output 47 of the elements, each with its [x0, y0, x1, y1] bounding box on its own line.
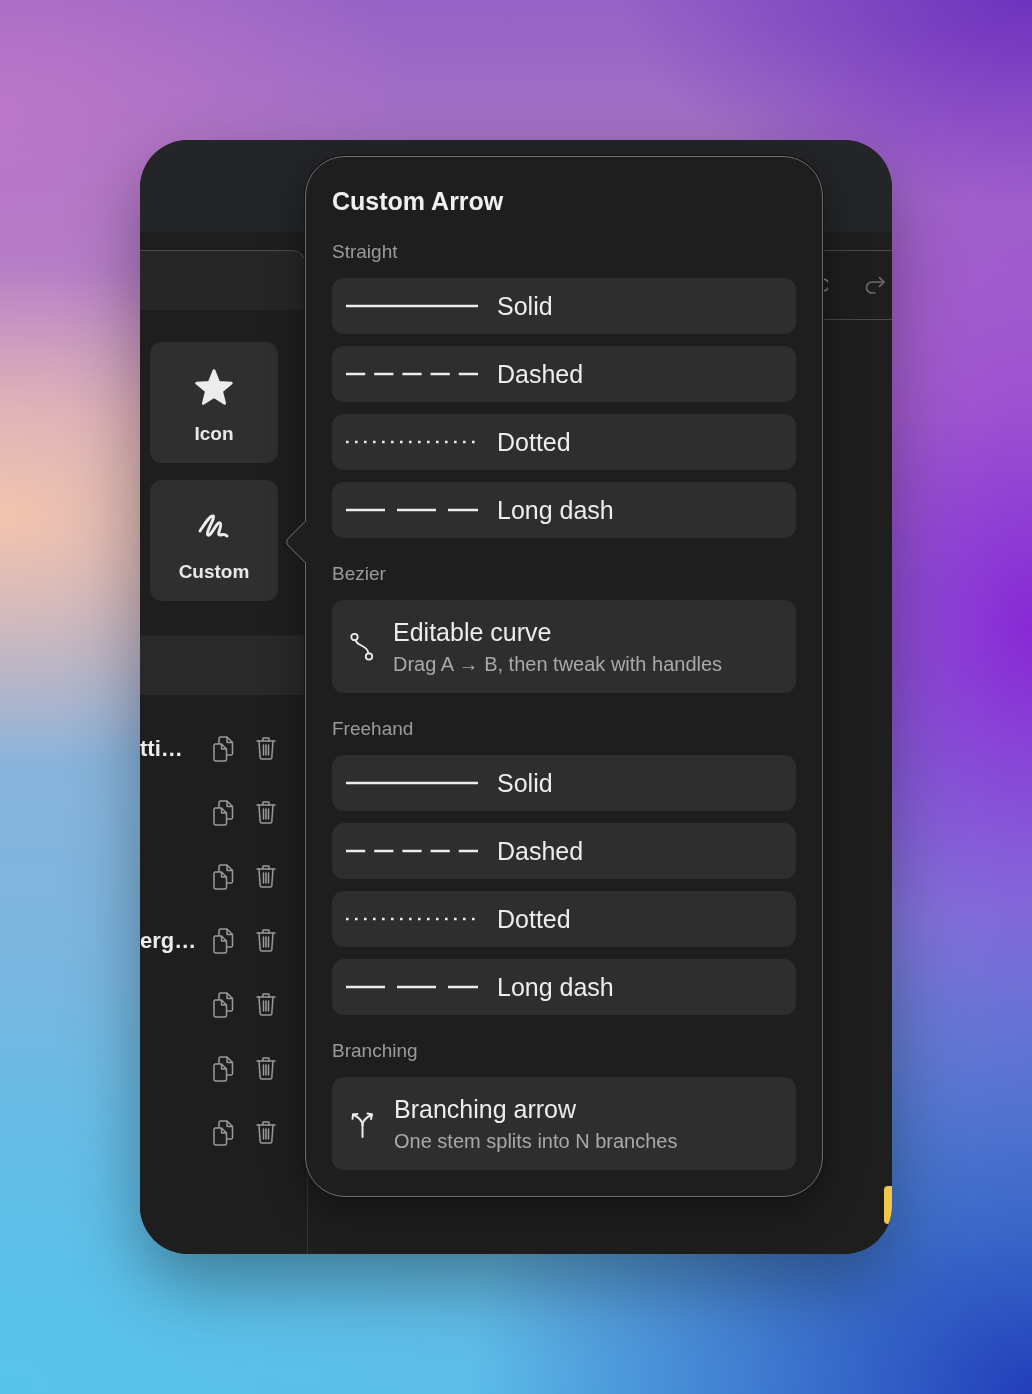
arrow-style-option[interactable]: Long dash [332, 482, 796, 538]
mode-button[interactable]: Icon [150, 342, 278, 463]
copy-icon[interactable] [212, 926, 235, 954]
trash-icon[interactable] [255, 991, 277, 1017]
trash-icon[interactable] [255, 799, 277, 825]
copy-icon[interactable] [212, 798, 235, 826]
section-label: Branching [332, 1039, 419, 1063]
arc-icon[interactable] [822, 278, 828, 292]
trash-icon[interactable] [255, 863, 277, 889]
arrow-style-option[interactable]: Editable curve Drag A → B, then tweak with handles [332, 600, 796, 693]
trash-icon[interactable] [255, 1055, 277, 1081]
arrow-style-option[interactable]: Solid [332, 755, 796, 811]
bezier-curve-icon [350, 631, 374, 662]
trash-icon[interactable] [255, 927, 277, 953]
section-label: Straight [332, 240, 399, 264]
solid-line-icon [346, 780, 478, 786]
long-dashed-line-icon [346, 507, 478, 513]
section-label: Freehand [332, 717, 415, 741]
long-dashed-line-icon [346, 984, 478, 990]
copy-icon[interactable] [212, 1118, 235, 1146]
copy-icon[interactable] [212, 1054, 235, 1082]
arrow-style-option[interactable]: Dashed [332, 823, 796, 879]
copy-icon[interactable] [212, 862, 235, 890]
copy-icon[interactable] [212, 990, 235, 1018]
item-name: erg… [140, 926, 197, 955]
solid-line-icon [346, 303, 478, 309]
arrow-style-option[interactable]: Long dash [332, 959, 796, 1015]
arrow-style-option[interactable]: Dashed [332, 346, 796, 402]
dotted-line-icon [346, 439, 478, 445]
item-name: tti… [140, 734, 183, 763]
dotted-line-icon [346, 916, 478, 922]
mode-button[interactable]: Custom [150, 480, 278, 601]
dashed-line-icon [346, 371, 478, 377]
dashed-line-icon [346, 848, 478, 854]
arrow-style-option[interactable]: Dotted [332, 891, 796, 947]
redo-icon[interactable] [864, 275, 886, 295]
trash-icon[interactable] [255, 735, 277, 761]
arrow-style-option[interactable]: Solid [332, 278, 796, 334]
popover-title: Custom Arrow [332, 186, 505, 217]
trash-icon[interactable] [255, 1119, 277, 1145]
canvas-shape [884, 1186, 892, 1224]
copy-icon[interactable] [212, 734, 235, 762]
section-label: Bezier [332, 562, 387, 586]
fork-arrow-icon [350, 1109, 375, 1138]
arrow-style-option[interactable]: Branching arrow One stem splits into N branches [332, 1077, 796, 1170]
arrow-style-option[interactable]: Dotted [332, 414, 796, 470]
star-icon [195, 369, 233, 405]
